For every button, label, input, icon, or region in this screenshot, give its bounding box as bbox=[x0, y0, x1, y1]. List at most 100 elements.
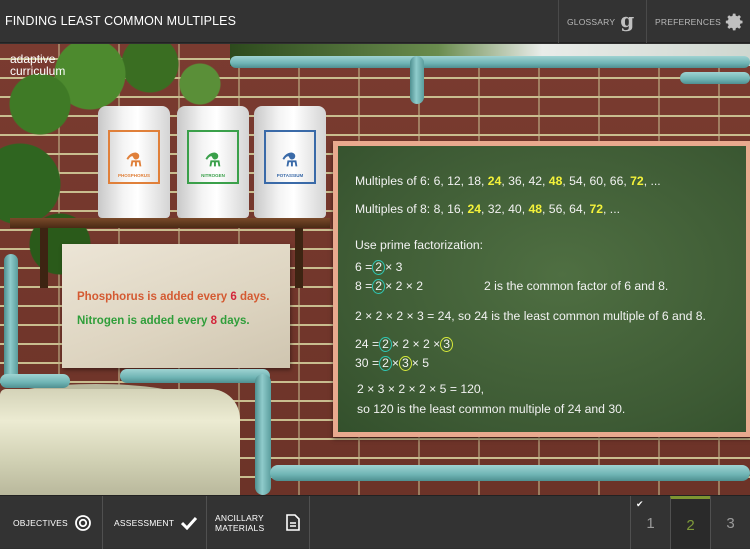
right-pipe bbox=[680, 72, 750, 84]
factor-30: 30 = 2 × 3 × 5 bbox=[355, 356, 429, 371]
factor-24: 24 = 2 × 2 × 2 × 3 bbox=[355, 337, 454, 352]
checkmark-icon bbox=[181, 516, 198, 530]
top-pipe bbox=[230, 56, 750, 68]
ancillary-label-line-2: MATERIALS bbox=[215, 522, 265, 533]
top-bar: FINDING LEAST COMMON MULTIPLES GLOSSARY … bbox=[0, 0, 750, 43]
common-factor-note: 2 is the common factor of 6 and 8. bbox=[484, 279, 669, 293]
phosphorus-jar: ⚗ PHOSPHORUS bbox=[98, 106, 170, 218]
page-number: 3 bbox=[726, 515, 735, 532]
ancillary-materials-button[interactable]: ANCILLARY MATERIALS bbox=[207, 496, 310, 549]
page-3-button[interactable]: 3 bbox=[710, 496, 750, 549]
ancillary-label: ANCILLARY MATERIALS bbox=[215, 513, 264, 533]
circled-factor: 2 bbox=[379, 356, 392, 371]
bottom-bar: OBJECTIVES ASSESSMENT ANCILLARY MATERIAL… bbox=[0, 495, 750, 549]
jar-label-text: PHOSPHORUS bbox=[117, 173, 150, 178]
chalkboard: Multiples of 6: 6, 12, 18, 24, 36, 42, 4… bbox=[333, 141, 750, 437]
text: × bbox=[391, 356, 399, 370]
note-text: Phosphorus is added every bbox=[77, 291, 231, 303]
note-text: days. bbox=[216, 315, 250, 327]
water-tank bbox=[0, 389, 240, 495]
ancillary-label-line-1: ANCILLARY bbox=[215, 512, 264, 523]
objectives-button[interactable]: OBJECTIVES bbox=[0, 496, 103, 549]
factor-6: 6 = 2 × 3 bbox=[355, 260, 402, 275]
text: , 32, 40, bbox=[481, 202, 529, 216]
glossary-label: GLOSSARY bbox=[567, 16, 616, 27]
multiples-of-8: Multiples of 8: 8, 16, 24, 32, 40, 48, 5… bbox=[355, 202, 620, 216]
page-1-button[interactable]: ✔ 1 bbox=[630, 496, 670, 549]
circled-factor: 2 bbox=[372, 260, 386, 275]
highlight: 24 bbox=[487, 174, 502, 188]
flask-icon: ⚗ bbox=[204, 150, 222, 170]
jar-label-text: POTASSIUM bbox=[276, 173, 304, 178]
phosphorus-note: Phosphorus is added every 6 days. bbox=[77, 291, 269, 303]
tank-pipe-arch bbox=[120, 369, 270, 383]
text: , 54, 60, 66, bbox=[562, 174, 631, 188]
text: 6 = bbox=[355, 260, 373, 274]
left-pipe bbox=[4, 254, 18, 384]
tank-pipe-down bbox=[255, 374, 271, 495]
lcm-6-8: 2 × 2 × 2 × 3 = 24, so 24 is the least c… bbox=[355, 309, 706, 323]
jar-label: ⚗ POTASSIUM bbox=[264, 130, 316, 184]
text: × 2 × 2 bbox=[385, 279, 424, 293]
bottom-pipe bbox=[270, 465, 750, 481]
logo-line-2: curriculum bbox=[10, 64, 66, 78]
chalkboard-surface: Multiples of 6: 6, 12, 18, 24, 36, 42, 4… bbox=[338, 146, 746, 432]
highlight: 48 bbox=[528, 202, 543, 216]
completed-check-icon: ✔ bbox=[636, 499, 644, 509]
circled-factor: 3 bbox=[440, 337, 454, 352]
preferences-button[interactable]: PREFERENCES bbox=[646, 0, 750, 43]
vertical-pipe bbox=[410, 56, 424, 104]
page-2-button[interactable]: 2 bbox=[670, 496, 710, 549]
flask-icon: ⚗ bbox=[125, 150, 143, 170]
potassium-jar: ⚗ POTASSIUM bbox=[254, 106, 326, 218]
glossary-g-icon: g bbox=[620, 7, 635, 32]
lcm-24-30-line-1: 2 × 3 × 2 × 2 × 5 = 120, bbox=[357, 382, 485, 396]
note-text: days. bbox=[236, 291, 270, 303]
circled-factor: 2 bbox=[372, 279, 386, 294]
circled-factor: 3 bbox=[398, 356, 412, 371]
lcm-24-30-line-2: so 120 is the least common multiple of 2… bbox=[357, 402, 626, 416]
text: 8 = bbox=[355, 279, 373, 293]
text: Multiples of 8: 8, 16, bbox=[355, 202, 468, 216]
nitrogen-jar: ⚗ NITROGEN bbox=[177, 106, 249, 218]
jar-label: ⚗ PHOSPHORUS bbox=[108, 130, 160, 184]
text: 24 = bbox=[355, 337, 380, 351]
highlight: 48 bbox=[548, 174, 563, 188]
nitrogen-note: Nitrogen is added every 8 days. bbox=[77, 315, 250, 327]
text: , 36, 42, bbox=[501, 174, 549, 188]
jar-label: ⚗ NITROGEN bbox=[187, 130, 239, 184]
gear-icon bbox=[725, 13, 743, 30]
shelf-bracket bbox=[295, 228, 303, 288]
text: × 2 × 2 × bbox=[391, 337, 441, 351]
text: × 3 bbox=[385, 260, 403, 274]
circled-factor: 2 bbox=[379, 337, 392, 352]
page-number: 1 bbox=[646, 515, 655, 532]
text: 30 = bbox=[355, 356, 380, 370]
note-text: Nitrogen is added every bbox=[77, 315, 211, 327]
objectives-label: OBJECTIVES bbox=[13, 517, 68, 528]
page-title: FINDING LEAST COMMON MULTIPLES bbox=[5, 14, 237, 28]
jar-label-text: NITROGEN bbox=[201, 173, 225, 178]
preferences-label: PREFERENCES bbox=[655, 16, 721, 27]
page-number: 2 bbox=[686, 516, 695, 534]
assessment-button[interactable]: ASSESSMENT bbox=[103, 496, 207, 549]
assessment-label: ASSESSMENT bbox=[114, 517, 175, 528]
highlight: 24 bbox=[467, 202, 482, 216]
shelf bbox=[10, 218, 330, 228]
highlight: 72 bbox=[589, 202, 604, 216]
tank-pipe-left bbox=[0, 374, 70, 388]
text: , 56, 64, bbox=[542, 202, 590, 216]
document-icon bbox=[286, 514, 301, 531]
text: × 5 bbox=[411, 356, 430, 370]
logo: adaptive curriculum bbox=[10, 53, 65, 77]
target-icon bbox=[75, 514, 91, 531]
lesson-scene: adaptive curriculum ⚗ PHOSPHORUS ⚗ NITRO… bbox=[0, 44, 750, 495]
prime-heading: Use prime factorization: bbox=[355, 238, 484, 252]
text: , ... bbox=[643, 174, 661, 188]
notice-paper: Phosphorus is added every 6 days. Nitrog… bbox=[62, 244, 290, 368]
glossary-button[interactable]: GLOSSARY g bbox=[558, 0, 646, 43]
shelf-bracket bbox=[40, 228, 48, 288]
text: Multiples of 6: 6, 12, 18, bbox=[355, 174, 488, 188]
factor-8: 8 = 2 × 2 × 2 2 is the common factor of 6 … bbox=[355, 279, 735, 294]
highlight: 72 bbox=[630, 174, 644, 188]
